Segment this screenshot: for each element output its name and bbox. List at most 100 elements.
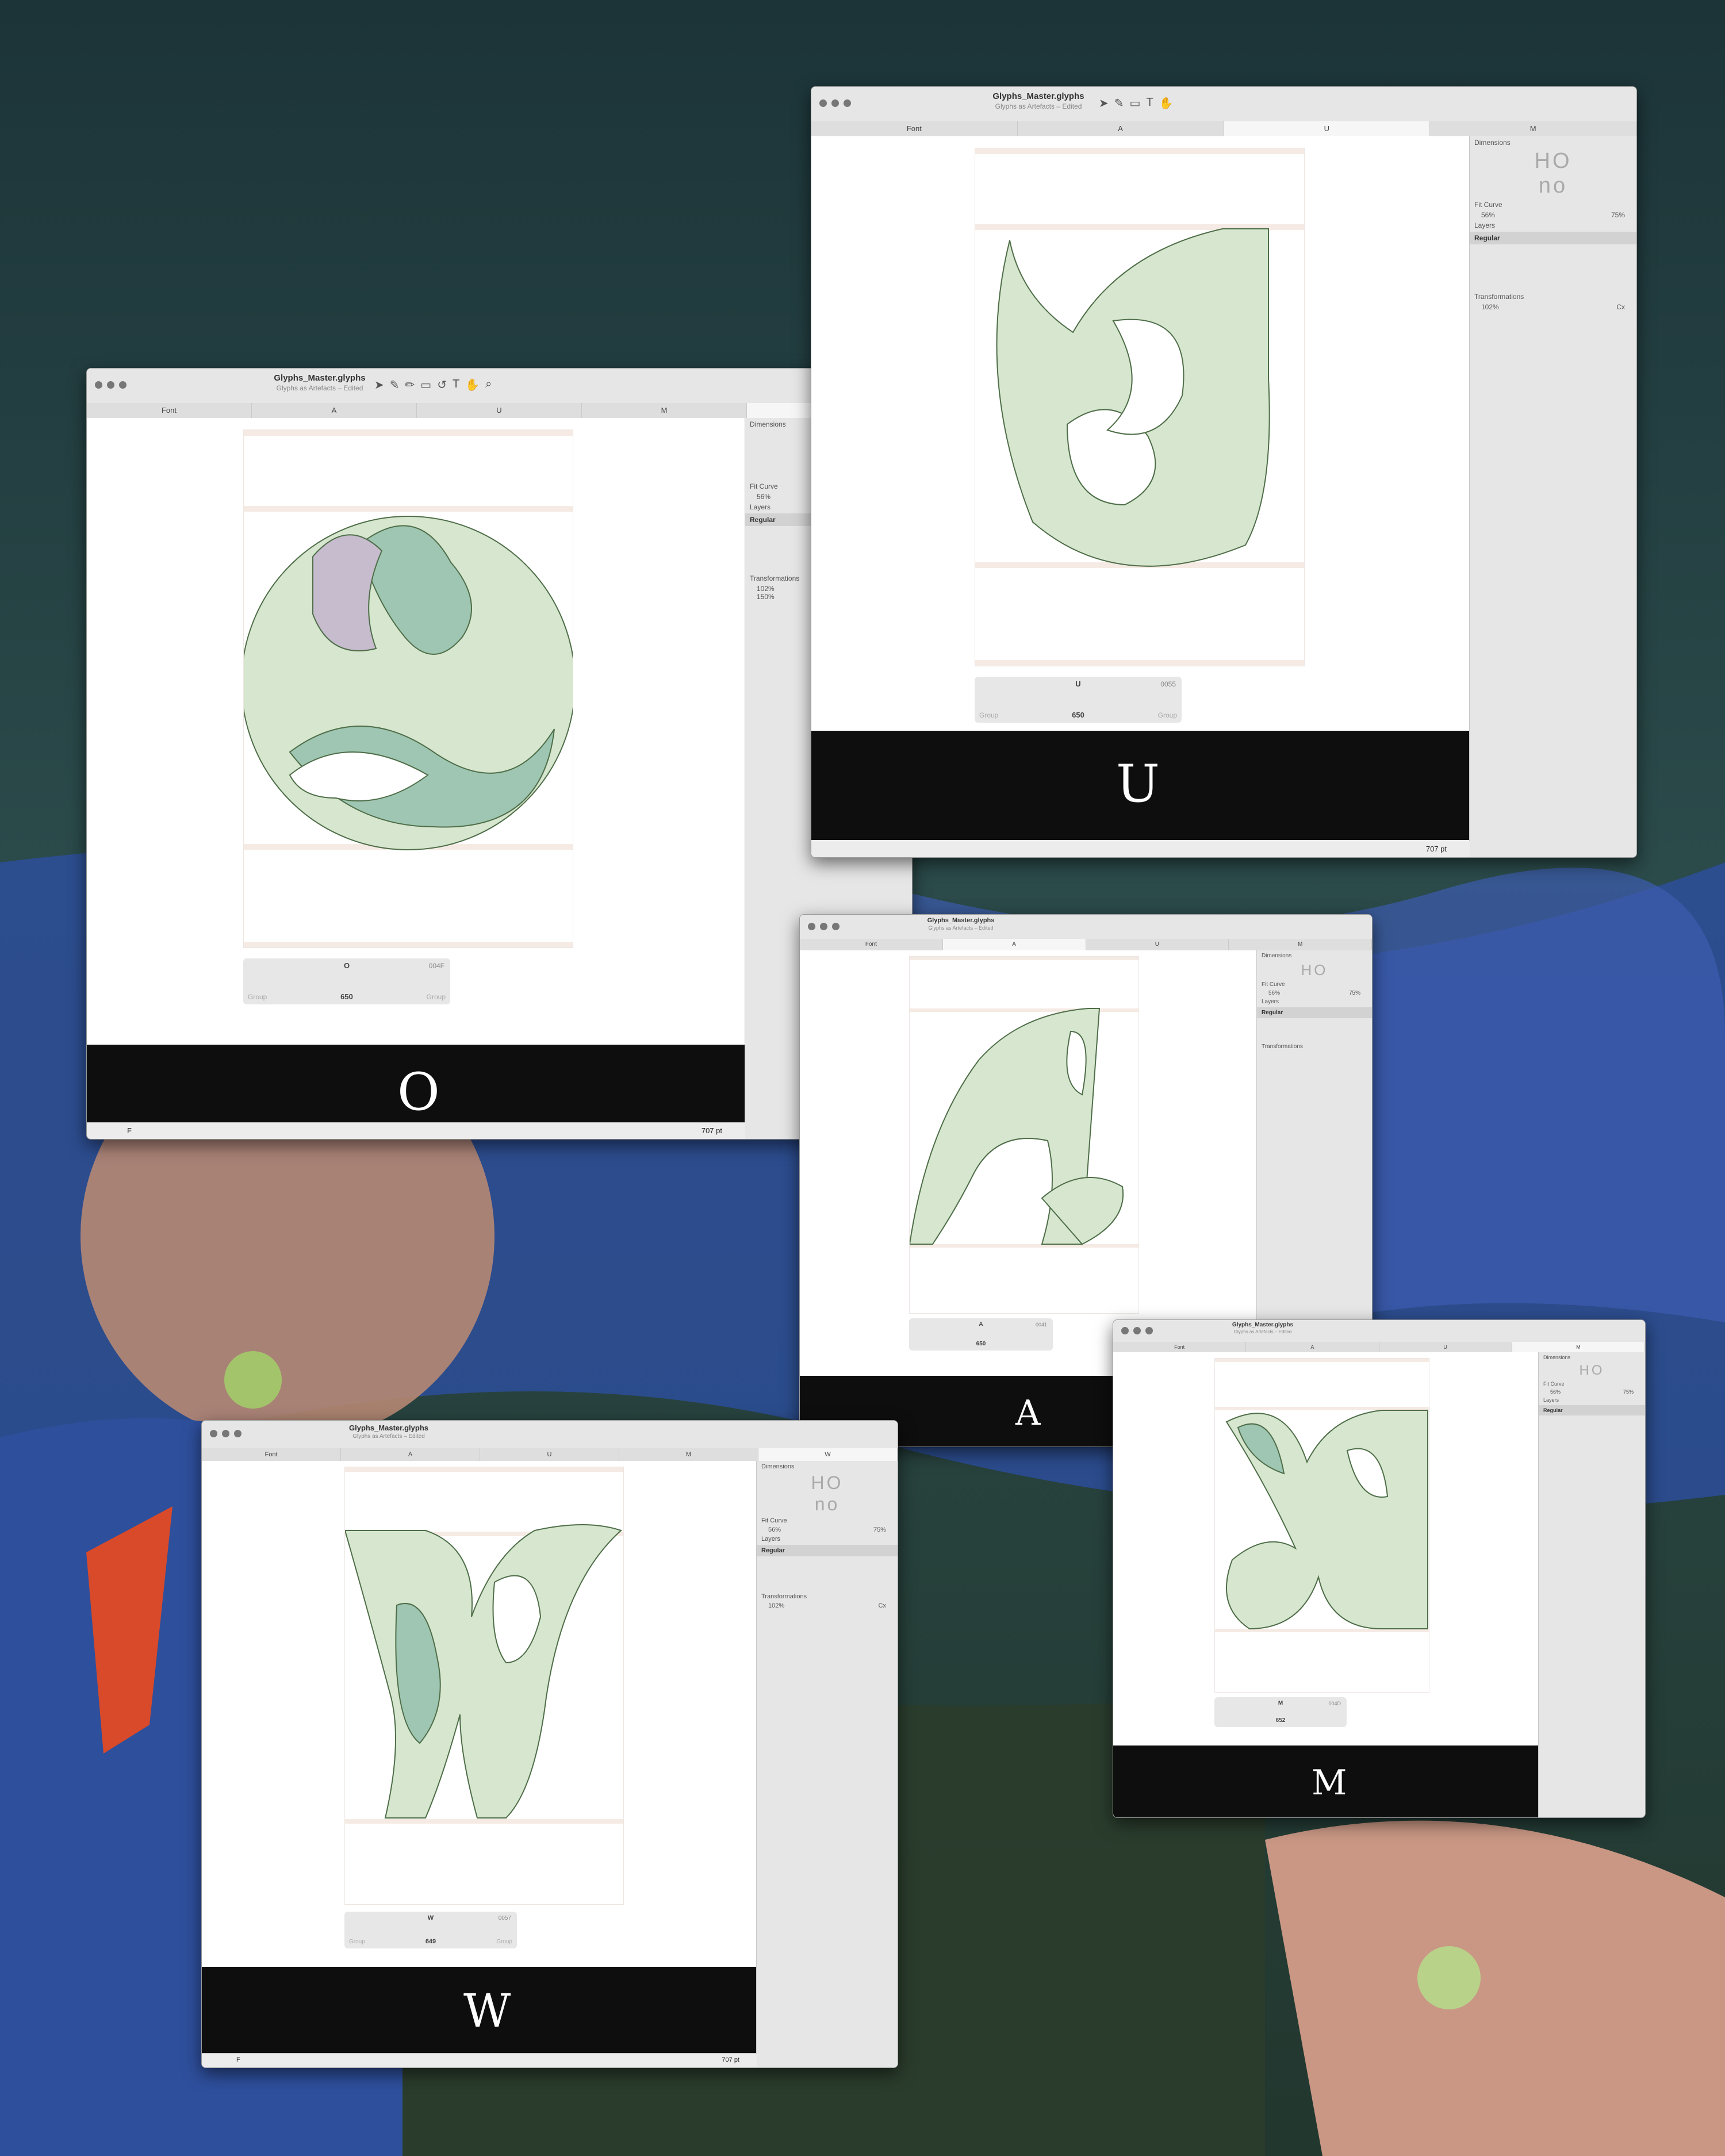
glyph-info-box[interactable]: W 0057 649 Group Group	[344, 1912, 517, 1948]
glyph-width[interactable]: 652	[1214, 1717, 1347, 1724]
fit-min[interactable]: 56%	[1481, 211, 1495, 219]
tab-bar[interactable]: Font A U M	[1113, 1342, 1645, 1353]
rotate-tool-icon[interactable]: ↺	[437, 378, 447, 392]
zoom-tool-icon[interactable]: ⌕	[485, 378, 492, 392]
tab-bar[interactable]: Font A U M W	[202, 1448, 898, 1461]
tab-u[interactable]: U	[1086, 939, 1229, 950]
scale-value[interactable]: 102%	[768, 1602, 784, 1609]
zoom-level[interactable]: 707 pt	[702, 1126, 722, 1135]
tab-bar[interactable]: Font A U M O	[87, 403, 912, 419]
fit-max[interactable]: 75%	[1611, 211, 1625, 219]
preview-font-label[interactable]: F	[236, 2057, 240, 2063]
tab-m[interactable]: M	[619, 1448, 758, 1461]
pencil-tool-icon[interactable]: ✏	[405, 378, 415, 392]
glyphs-window-w: Glyphs_Master.glyphs Glyphs as Artefacts…	[201, 1420, 898, 2068]
hand-tool-icon[interactable]: ✋	[465, 378, 480, 392]
window-controls[interactable]	[808, 923, 839, 930]
tab-a[interactable]: A	[942, 939, 1086, 950]
glyph-frame	[243, 429, 573, 948]
tab-u[interactable]: U	[1379, 1342, 1512, 1352]
tab-font[interactable]: Font	[811, 121, 1018, 136]
edit-canvas[interactable]: W 0057 649 Group Group W	[202, 1461, 757, 2067]
glyph-width[interactable]: 650	[975, 711, 1182, 719]
fit-max[interactable]: 75%	[1623, 1389, 1634, 1395]
preview-area: W	[202, 1967, 757, 2053]
select-tool-icon[interactable]: ➤	[374, 378, 384, 392]
scale-value[interactable]: 102%	[1481, 303, 1499, 311]
fit-min[interactable]: 56%	[1550, 1389, 1561, 1395]
glyphs-window-m: Glyphs_Master.glyphs Glyphs as Artefacts…	[1113, 1319, 1646, 1818]
tab-a[interactable]: A	[341, 1448, 480, 1461]
fit-min[interactable]: 56%	[757, 493, 770, 501]
fit-min[interactable]: 56%	[768, 1526, 781, 1533]
fit-max[interactable]: 75%	[1349, 990, 1360, 996]
glyph-outline-u[interactable]	[975, 148, 1304, 666]
tab-font[interactable]: Font	[87, 403, 252, 418]
glyph-info-box[interactable]: A 0041 650	[909, 1318, 1053, 1351]
glyph-outline-o[interactable]	[244, 430, 573, 947]
layer-regular[interactable]: Regular	[1470, 232, 1636, 244]
scale-value[interactable]: 102%	[757, 585, 775, 593]
edit-canvas[interactable]: O 004F 650 Group Group O	[87, 418, 745, 1139]
tab-font[interactable]: Font	[202, 1448, 341, 1461]
fit-max[interactable]: 75%	[873, 1526, 886, 1533]
shape-tool-icon[interactable]: ▭	[1130, 96, 1141, 110]
layer-regular[interactable]: Regular	[1539, 1405, 1645, 1415]
tab-font[interactable]: Font	[1113, 1342, 1247, 1352]
tab-a[interactable]: A	[252, 403, 417, 418]
window-controls[interactable]	[95, 381, 126, 389]
select-tool-icon[interactable]: ➤	[1099, 96, 1109, 110]
tab-w[interactable]: W	[758, 1448, 898, 1461]
hand-tool-icon[interactable]: ✋	[1159, 96, 1174, 110]
text-tool-icon[interactable]: T	[453, 378, 459, 392]
tab-font[interactable]: Font	[800, 939, 943, 950]
text-tool-icon[interactable]: T	[1146, 96, 1153, 110]
window-controls[interactable]	[210, 1430, 241, 1437]
tab-u[interactable]: U	[1224, 121, 1431, 136]
group-left: Group	[248, 993, 267, 1001]
layer-regular[interactable]: Regular	[757, 1545, 898, 1556]
glyph-width[interactable]: 650	[909, 1341, 1053, 1347]
dimensions-ho: HO	[1301, 961, 1328, 979]
scale-value-2[interactable]: 150%	[757, 593, 775, 601]
glyph-width[interactable]: 649	[344, 1938, 517, 1945]
window-controls[interactable]	[1121, 1327, 1153, 1334]
glyph-outline-a[interactable]	[910, 957, 1138, 1313]
cx-label[interactable]: Cx	[879, 1602, 886, 1609]
glyph-outline-w[interactable]	[345, 1467, 623, 1904]
tab-bar[interactable]: Font A U M	[800, 939, 1372, 951]
pen-tool-icon[interactable]: ✎	[1114, 96, 1124, 110]
preview-area: U	[811, 731, 1470, 840]
zoom-level[interactable]: 707 pt	[722, 2057, 739, 2063]
tab-m[interactable]: M	[1512, 1342, 1645, 1352]
glyph-info-box[interactable]: M 004D 652	[1214, 1697, 1347, 1727]
fit-min[interactable]: 56%	[1268, 990, 1280, 996]
transformations-heading: Transformations	[1474, 293, 1524, 301]
glyph-info-box[interactable]: O 004F 650 Group Group	[243, 958, 450, 1004]
window-title: Glyphs_Master.glyphs	[1232, 1322, 1294, 1328]
tab-m[interactable]: M	[582, 403, 747, 418]
tab-a[interactable]: A	[1018, 121, 1224, 136]
dimensions-ho: HO	[1534, 149, 1572, 173]
preview-font-label[interactable]: F	[127, 1126, 132, 1135]
glyph-name: W	[427, 1915, 434, 1921]
shape-tool-icon[interactable]: ▭	[420, 378, 431, 392]
toolbar-tools[interactable]: ➤ ✎ ▭ T ✋	[1099, 96, 1174, 110]
tab-bar[interactable]: Font A U M	[811, 121, 1636, 137]
cx-label[interactable]: Cx	[1616, 303, 1625, 311]
tab-u[interactable]: U	[480, 1448, 619, 1461]
layer-regular[interactable]: Regular	[1257, 1007, 1372, 1018]
glyph-info-box[interactable]: U 0055 650 Group Group	[975, 677, 1182, 723]
edit-canvas[interactable]: U 0055 650 Group Group U	[811, 136, 1470, 857]
toolbar-tools[interactable]: ➤ ✎ ✏ ▭ ↺ T ✋ ⌕	[374, 378, 492, 392]
tab-m[interactable]: M	[1229, 939, 1372, 950]
zoom-level[interactable]: 707 pt	[1426, 845, 1447, 853]
window-controls[interactable]	[819, 99, 851, 107]
glyph-outline-m[interactable]	[1215, 1359, 1429, 1692]
tab-m[interactable]: M	[1430, 121, 1636, 136]
tab-u[interactable]: U	[417, 403, 582, 418]
tab-a[interactable]: A	[1246, 1342, 1379, 1352]
edit-canvas[interactable]: M 004D 652 M	[1113, 1352, 1539, 1817]
glyph-width[interactable]: 650	[243, 992, 450, 1001]
pen-tool-icon[interactable]: ✎	[390, 378, 400, 392]
